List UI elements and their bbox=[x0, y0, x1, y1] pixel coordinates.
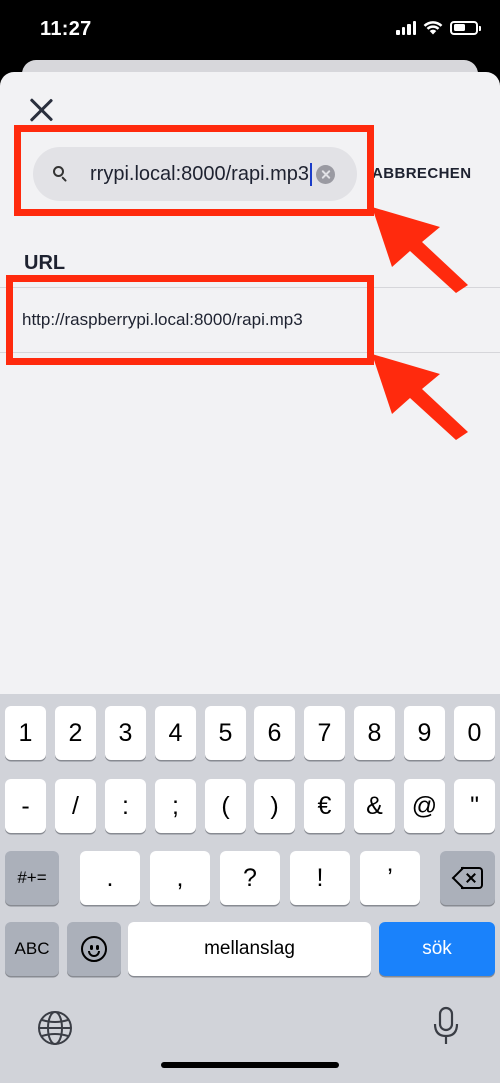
key-3[interactable]: 3 bbox=[105, 706, 146, 760]
home-indicator bbox=[161, 1062, 339, 1068]
key-9[interactable]: 9 bbox=[404, 706, 445, 760]
section-title-url: URL bbox=[24, 252, 66, 274]
key-open-paren[interactable]: ( bbox=[205, 779, 246, 833]
close-icon[interactable] bbox=[26, 95, 56, 125]
key-colon[interactable]: : bbox=[105, 779, 146, 833]
cancel-button[interactable]: ABBRECHEN bbox=[372, 165, 471, 182]
highlight-box-result bbox=[6, 275, 374, 365]
microphone-icon[interactable] bbox=[430, 1006, 462, 1048]
key-0[interactable]: 0 bbox=[454, 706, 495, 760]
key-exclamation[interactable]: ! bbox=[290, 851, 350, 905]
key-abc[interactable]: ABC bbox=[5, 922, 59, 976]
key-1[interactable]: 1 bbox=[5, 706, 46, 760]
annotation-arrow-icon bbox=[372, 207, 468, 293]
key-euro[interactable]: € bbox=[304, 779, 345, 833]
wifi-icon bbox=[423, 21, 443, 35]
key-apostrophe[interactable]: ’ bbox=[360, 851, 420, 905]
key-ampersand[interactable]: & bbox=[354, 779, 395, 833]
battery-icon bbox=[450, 20, 481, 35]
key-symbols-toggle[interactable]: #+= bbox=[5, 851, 59, 905]
status-icons bbox=[396, 20, 481, 35]
key-semicolon[interactable]: ; bbox=[155, 779, 196, 833]
phone-screen: 11:27 rrypi.local:8000/rapi.mp3 ABBRECHE… bbox=[0, 0, 500, 1083]
status-bar: 11:27 bbox=[0, 0, 500, 62]
key-quote[interactable]: " bbox=[454, 779, 495, 833]
emoji-icon bbox=[81, 936, 107, 962]
backspace-icon bbox=[451, 866, 483, 890]
backspace-button[interactable] bbox=[440, 851, 495, 905]
key-at[interactable]: @ bbox=[404, 779, 445, 833]
key-7[interactable]: 7 bbox=[304, 706, 345, 760]
key-6[interactable]: 6 bbox=[254, 706, 295, 760]
cellular-signal-icon bbox=[396, 20, 416, 35]
key-question[interactable]: ? bbox=[220, 851, 280, 905]
key-4[interactable]: 4 bbox=[155, 706, 196, 760]
status-time: 11:27 bbox=[40, 18, 92, 40]
key-8[interactable]: 8 bbox=[354, 706, 395, 760]
annotation-arrow-icon bbox=[372, 354, 468, 440]
search-submit-button[interactable]: sök bbox=[379, 922, 495, 976]
emoji-button[interactable] bbox=[67, 922, 121, 976]
space-bar[interactable]: mellanslag bbox=[128, 922, 371, 976]
highlight-box-search bbox=[14, 125, 374, 216]
globe-icon[interactable] bbox=[37, 1010, 73, 1046]
key-5[interactable]: 5 bbox=[205, 706, 246, 760]
key-2[interactable]: 2 bbox=[55, 706, 96, 760]
key-hyphen[interactable]: - bbox=[5, 779, 46, 833]
keyboard: 1 2 3 4 5 6 7 8 9 0 - / : ; ( ) € & @ " … bbox=[0, 694, 500, 1083]
key-close-paren[interactable]: ) bbox=[254, 779, 295, 833]
key-comma[interactable]: , bbox=[150, 851, 210, 905]
key-period[interactable]: . bbox=[80, 851, 140, 905]
key-slash[interactable]: / bbox=[55, 779, 96, 833]
